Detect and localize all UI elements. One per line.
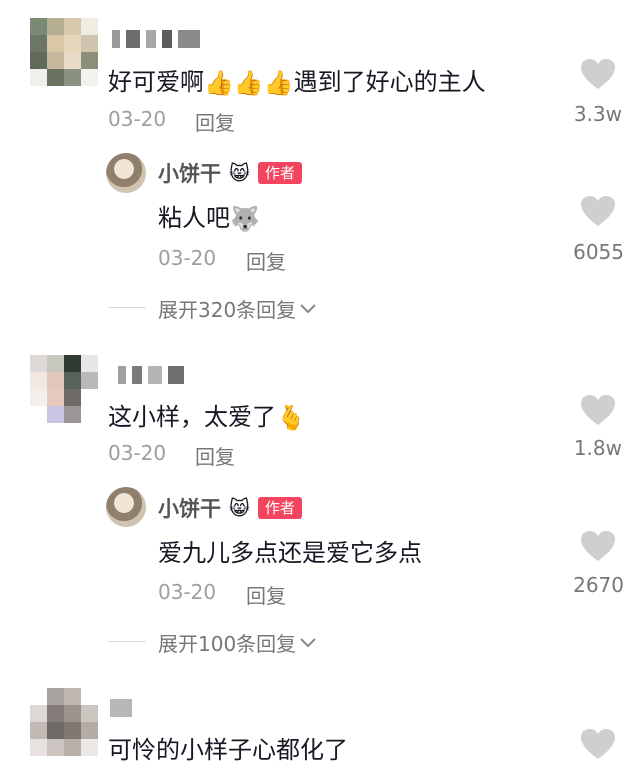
reply-button[interactable]: 回复 [195, 441, 235, 470]
reply-button[interactable]: 回复 [246, 580, 286, 609]
comment-text: 好可爱啊👍👍👍遇到了好心的主人 [108, 68, 486, 97]
expand-replies[interactable]: 展开320条回复 [158, 294, 316, 323]
comment-avatar[interactable] [30, 688, 98, 756]
like-count: 2670 [573, 573, 624, 597]
comment-avatar[interactable] [30, 355, 98, 423]
cat-face-icon: 😸 [229, 161, 250, 185]
reply-date: 03-20 [158, 246, 217, 270]
chevron-down-icon [300, 303, 316, 313]
reply-header: 小饼干 😸 作者 [158, 158, 302, 188]
heart-icon[interactable] [580, 530, 616, 562]
reply-avatar[interactable] [106, 487, 146, 527]
expand-divider [108, 307, 146, 308]
like-count: 3.3w [573, 102, 622, 126]
comment-text: 可怜的小样子心都化了 [108, 736, 348, 764]
author-badge: 作者 [257, 497, 302, 519]
expand-replies[interactable]: 展开100条回复 [158, 628, 316, 657]
reply-avatar[interactable] [106, 153, 146, 193]
wolf-face-icon: 🐺 [230, 205, 260, 233]
heart-icon[interactable] [580, 394, 616, 426]
chevron-down-icon [300, 637, 316, 647]
heart-icon[interactable] [580, 58, 616, 90]
comment-avatar[interactable] [30, 18, 98, 86]
reply-header: 小饼干 😸 作者 [158, 493, 302, 523]
reply-username[interactable]: 小饼干 [158, 493, 221, 523]
expand-divider [108, 641, 146, 642]
author-badge: 作者 [257, 162, 302, 184]
like-count: 6055 [573, 240, 624, 264]
blurred-username[interactable] [112, 30, 200, 48]
blurred-username[interactable] [110, 699, 132, 717]
reply-text: 爱九儿多点还是爱它多点 [158, 539, 422, 567]
blurred-username[interactable] [118, 366, 184, 384]
reply-text: 粘人吧🐺 [158, 204, 260, 233]
finger-heart-icon: 🫰 [276, 404, 306, 432]
cat-face-icon: 😸 [229, 496, 250, 520]
comment-text: 这小样，太爱了🫰 [108, 403, 306, 432]
heart-icon[interactable] [580, 195, 616, 227]
reply-username[interactable]: 小饼干 [158, 158, 221, 188]
thumbs-up-icon: 👍👍👍 [204, 69, 294, 97]
reply-button[interactable]: 回复 [246, 246, 286, 275]
heart-icon[interactable] [580, 728, 616, 760]
comment-date: 03-20 [108, 107, 167, 131]
reply-date: 03-20 [158, 580, 217, 604]
reply-button[interactable]: 回复 [195, 107, 235, 136]
comment-date: 03-20 [108, 441, 167, 465]
like-count: 1.8w [573, 436, 622, 460]
